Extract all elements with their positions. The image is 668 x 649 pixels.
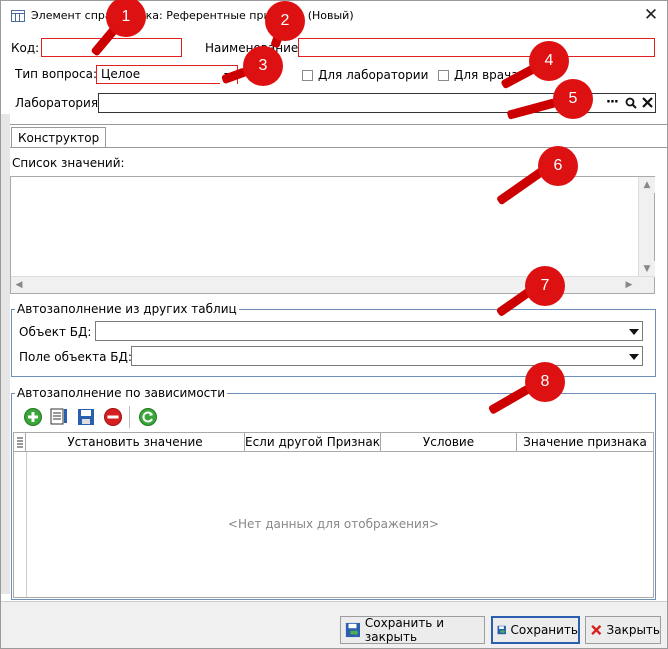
add-icon[interactable] <box>23 407 43 427</box>
db-object-select[interactable] <box>95 321 643 341</box>
save-close-label: Сохранить и закрыть <box>364 616 444 644</box>
save-button[interactable]: Сохранить <box>491 616 580 644</box>
for-lab-checkbox[interactable] <box>302 70 313 81</box>
name-field[interactable] <box>298 38 655 57</box>
autofill-tables-group <box>11 309 656 377</box>
chevron-down-icon[interactable] <box>625 322 642 340</box>
tab-constructor[interactable]: Конструктор <box>11 127 107 147</box>
save-label: Сохранить <box>510 623 579 637</box>
search-icon[interactable] <box>625 97 637 109</box>
window-title: Элемент справочника: Референтные признак… <box>31 9 354 22</box>
clear-icon[interactable] <box>642 97 653 108</box>
callout-4: 4 <box>529 41 569 81</box>
chevron-down-icon[interactable] <box>625 347 642 365</box>
save-close-icon <box>345 622 360 638</box>
callout-1: 1 <box>106 0 146 37</box>
callout-6: 6 <box>538 146 578 186</box>
table-icon <box>11 10 25 22</box>
values-vscroll[interactable]: ▲ ▼ <box>638 177 655 277</box>
grid-empty-text: <Нет данных для отображения> <box>227 517 440 531</box>
edit-icon[interactable] <box>49 407 69 427</box>
refresh-icon[interactable] <box>138 407 158 427</box>
background-window-strip <box>1 114 10 594</box>
scroll-down-icon[interactable]: ▼ <box>639 261 655 277</box>
scroll-left-icon[interactable]: ◀ <box>11 277 27 293</box>
db-object-label: Объект БД: <box>19 325 92 339</box>
callout-7: 7 <box>525 266 565 306</box>
autofill-tables-title: Автозаполнение из других таблиц <box>15 302 239 316</box>
toolbar-separator <box>129 406 130 428</box>
grid-header: Установить значение Если другой Признак … <box>14 433 653 452</box>
question-type-select[interactable]: Целое <box>96 65 238 84</box>
save-close-button[interactable]: Сохранить и закрыть <box>340 616 485 644</box>
callout-8: 8 <box>525 362 565 402</box>
close-button[interactable]: Закрыть <box>585 616 661 644</box>
lab-label: Лаборатория: <box>15 96 103 110</box>
ellipsis-button[interactable]: ··· <box>606 95 619 110</box>
title-bar[interactable]: Элемент справочника: Референтные признак… <box>1 1 667 31</box>
question-type-value: Целое <box>101 67 141 81</box>
dialog-window: Элемент справочника: Референтные признак… <box>0 0 668 649</box>
tab-strip-line <box>1 124 667 125</box>
code-label: Код: <box>11 41 40 55</box>
values-list-label: Список значений: <box>12 156 125 170</box>
close-label: Закрыть <box>606 623 660 637</box>
callout-3: 3 <box>243 46 283 86</box>
db-field-label: Поле объекта БД: <box>19 350 132 364</box>
close-icon <box>591 624 602 636</box>
question-type-label: Тип вопроса: <box>15 67 98 81</box>
for-doctor-checkbox[interactable] <box>438 70 449 81</box>
col-attribute-value[interactable]: Значение признака <box>517 433 653 451</box>
col-other-attribute[interactable]: Если другой Признак <box>245 433 381 451</box>
for-lab-label[interactable]: Для лаборатории <box>318 68 428 82</box>
delete-icon[interactable] <box>103 407 123 427</box>
col-set-value[interactable]: Установить значение <box>26 433 245 451</box>
column-chooser-icon[interactable] <box>14 433 26 451</box>
callout-5: 5 <box>553 79 593 119</box>
save-icon[interactable] <box>76 407 96 427</box>
db-field-select[interactable] <box>131 346 643 366</box>
close-icon[interactable]: ✕ <box>639 5 663 25</box>
col-condition[interactable]: Условие <box>381 433 517 451</box>
callout-2: 2 <box>265 1 305 41</box>
scroll-right-icon[interactable]: ▶ <box>621 277 637 293</box>
save-icon <box>497 625 506 635</box>
code-field[interactable] <box>41 38 182 57</box>
autofill-dependency-title: Автозаполнение по зависимости <box>15 386 228 400</box>
dependency-grid: Установить значение Если другой Признак … <box>13 432 654 598</box>
scroll-up-icon[interactable]: ▲ <box>639 177 655 193</box>
